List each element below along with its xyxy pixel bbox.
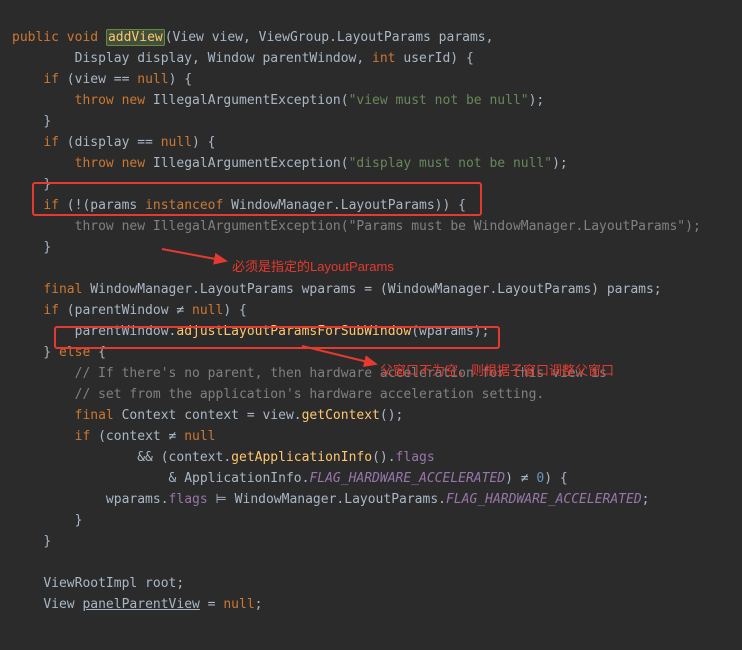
decl-context-b: (); xyxy=(380,408,403,423)
cond-view-null-a: (view == xyxy=(59,72,137,87)
cond-ctx-a: (context ≠ xyxy=(90,429,184,444)
brace-close: } xyxy=(43,114,51,129)
kw-final: final xyxy=(43,282,82,297)
signature-params-3: userId) { xyxy=(396,51,474,66)
kw-new: new xyxy=(122,219,145,234)
assign-wp-c: ; xyxy=(642,492,650,507)
kw-null: null xyxy=(137,72,168,87)
method-addView: addView xyxy=(106,29,165,46)
call-parentwindow: parentWindow. xyxy=(75,324,177,339)
brace-close: } xyxy=(43,240,51,255)
kw-public: public xyxy=(12,30,59,45)
comment-line-2: // set from the application's hardware a… xyxy=(75,387,545,402)
kw-final: final xyxy=(75,408,114,423)
brace-close: } xyxy=(75,513,83,528)
cond-flags-a: (context. xyxy=(153,450,231,465)
brace-close: } xyxy=(43,534,51,549)
method-getContext: getContext xyxy=(302,408,380,423)
throw-iae-1b: ); xyxy=(529,93,545,108)
kw-null: null xyxy=(223,597,254,612)
cond-flags-e: ) { xyxy=(544,471,567,486)
kw-null: null xyxy=(184,429,215,444)
kw-if: if xyxy=(43,303,59,318)
kw-if: if xyxy=(43,72,59,87)
kw-if: if xyxy=(75,429,91,444)
brace-close: } xyxy=(43,177,51,192)
decl-ppv-b: = xyxy=(200,597,223,612)
kw-null: null xyxy=(192,303,223,318)
cond-instanceof-a: (!(params xyxy=(59,198,145,213)
str-display-null: "display must not be null" xyxy=(349,156,553,171)
code-editor[interactable]: public void addView(View view, ViewGroup… xyxy=(12,6,742,615)
kw-new: new xyxy=(122,93,145,108)
throw-iae-2b: ); xyxy=(552,156,568,171)
cond-display-null-a: (display == xyxy=(59,135,161,150)
const-hw-accel: FLAG_HARDWARE_ACCELERATED xyxy=(446,492,642,507)
throw-iae-3a: IllegalArgumentException( xyxy=(145,219,349,234)
cond-parent-b: ) { xyxy=(223,303,246,318)
kw-if: if xyxy=(43,135,59,150)
kw-void: void xyxy=(67,30,98,45)
kw-throw: throw xyxy=(75,219,114,234)
kw-int: int xyxy=(372,51,395,66)
str-params: "Params must be WindowManager.LayoutPara… xyxy=(349,219,686,234)
kw-throw: throw xyxy=(75,156,114,171)
var-panelParentView: panelParentView xyxy=(82,597,199,612)
cond-instanceof-b: WindowManager.LayoutParams)) { xyxy=(223,198,466,213)
cond-flags-b: (). xyxy=(372,450,395,465)
throw-iae-1a: IllegalArgumentException( xyxy=(145,93,349,108)
decl-root: ViewRootImpl root; xyxy=(43,576,184,591)
cond-view-null-b: ) { xyxy=(169,72,192,87)
decl-ppv-c: ; xyxy=(255,597,263,612)
call-args: (wparams); xyxy=(411,324,489,339)
field-flags: flags xyxy=(396,450,435,465)
cond-flags-c: & ApplicationInfo. xyxy=(169,471,310,486)
decl-context-a: Context context = view. xyxy=(114,408,302,423)
kw-null: null xyxy=(161,135,192,150)
str-view-null: "view must not be null" xyxy=(349,93,529,108)
else-brace: { xyxy=(90,345,106,360)
method-getAppInfo: getApplicationInfo xyxy=(231,450,372,465)
assign-wp-a: wparams. xyxy=(106,492,169,507)
comment-line-1: // If there's no parent, then hardware a… xyxy=(75,366,607,381)
throw-iae-2a: IllegalArgumentException( xyxy=(145,156,349,171)
field-flags: flags xyxy=(169,492,208,507)
kw-instanceof: instanceof xyxy=(145,198,223,213)
assign-wp-b: ⊨ WindowManager.LayoutParams. xyxy=(208,492,446,507)
kw-else: else xyxy=(59,345,90,360)
cond-display-null-b: ) { xyxy=(192,135,215,150)
decl-wparams: WindowManager.LayoutParams wparams = (Wi… xyxy=(82,282,661,297)
signature-params-2: Display display, Window parentWindow, xyxy=(12,51,372,66)
kw-throw: throw xyxy=(75,93,114,108)
throw-iae-3b: ); xyxy=(685,219,701,234)
op-and: && xyxy=(137,450,153,465)
kw-if: if xyxy=(43,198,59,213)
cond-parent-a: (parentWindow ≠ xyxy=(59,303,192,318)
decl-ppv-a: View xyxy=(43,597,82,612)
const-hw-accel: FLAG_HARDWARE_ACCELERATED xyxy=(309,471,505,486)
kw-new: new xyxy=(122,156,145,171)
cond-flags-d: ) ≠ xyxy=(505,471,536,486)
signature-params-1: (View view, ViewGroup.LayoutParams param… xyxy=(165,30,494,45)
method-adjust: adjustLayoutParamsForSubWindow xyxy=(176,324,411,339)
